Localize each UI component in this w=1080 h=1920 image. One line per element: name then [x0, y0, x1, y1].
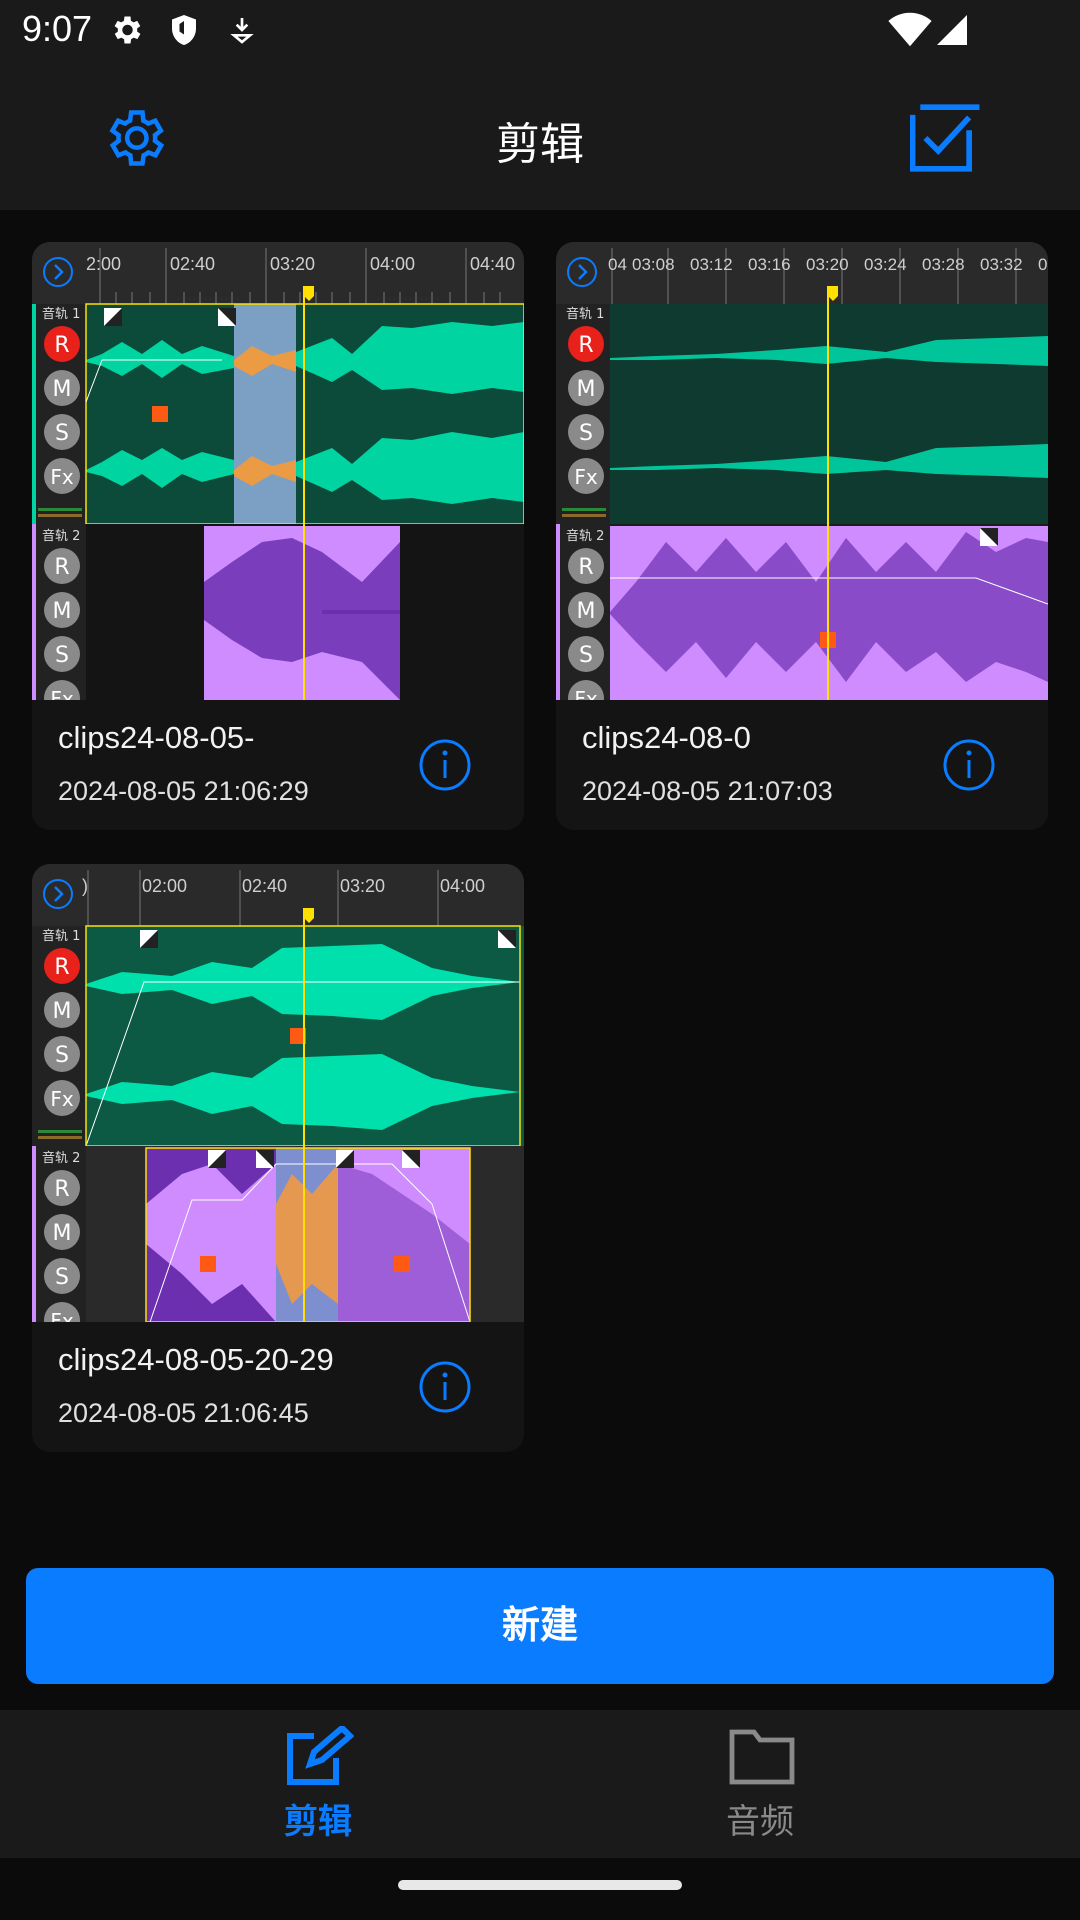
mute-button-label: M — [577, 599, 596, 624]
effects-button-label: Fx — [50, 1309, 74, 1322]
ruler-tick: 03:20 — [806, 255, 849, 274]
solo-button-label: S — [579, 643, 593, 668]
ruler-tick: 03:24 — [864, 255, 907, 274]
project-name: clips24-08-05-20-29 — [58, 1342, 334, 1377]
ruler-tick: 04:00 — [440, 876, 485, 896]
track-label: 音轨 1 — [42, 306, 80, 322]
app-header: 剪辑 — [0, 64, 1080, 210]
signal-icon — [937, 15, 967, 45]
solo-button-label: S — [579, 421, 593, 446]
status-bar: 9:07 — [0, 0, 1080, 64]
home-indicator[interactable] — [398, 1880, 682, 1890]
ruler-tick: ) — [82, 876, 88, 896]
effects-button-label: Fx — [574, 465, 598, 489]
project-name: clips24-08-0 — [582, 720, 751, 755]
nav-item-audio[interactable]: 音频 — [610, 1710, 910, 1858]
folder-icon — [729, 1729, 795, 1785]
project-preview-timeline[interactable]: ) 02:00 02:40 03:20 04:00 音轨 1 R M S Fx … — [32, 864, 524, 1322]
effects-button-label: Fx — [50, 1087, 74, 1111]
mute-button-label: M — [53, 999, 72, 1024]
shield-status-icon — [172, 15, 196, 45]
ruler-tick: 03:28 — [922, 255, 965, 274]
effects-button-label: Fx — [574, 687, 598, 700]
solo-button-label: S — [55, 1265, 69, 1290]
ruler-tick: 03:32 — [980, 255, 1023, 274]
info-icon[interactable] — [418, 1360, 472, 1414]
record-button-label: R — [54, 555, 69, 580]
record-button-label: R — [578, 333, 593, 358]
new-project-button[interactable]: 新建 — [26, 1568, 1054, 1684]
record-button-label: R — [578, 555, 593, 580]
track-label: 音轨 2 — [42, 1150, 80, 1166]
track-label: 音轨 2 — [566, 528, 604, 544]
settings-status-icon — [114, 16, 141, 44]
clip-handle[interactable] — [152, 406, 168, 422]
record-button-label: R — [54, 955, 69, 980]
track-label: 音轨 1 — [42, 928, 80, 944]
download-status-icon — [230, 18, 254, 44]
ruler-tick: 03:16 — [748, 255, 791, 274]
effects-button-label: Fx — [50, 687, 74, 700]
ruler-tick: 04:40 — [470, 254, 515, 274]
ruler-tick: 03:20 — [270, 254, 315, 274]
ruler-tick: 2:00 — [86, 254, 121, 274]
clip-handle[interactable] — [394, 1256, 410, 1272]
ruler-tick: 03:12 — [690, 255, 733, 274]
multi-select-button[interactable] — [910, 104, 982, 172]
project-name: clips24-08-05- — [58, 720, 255, 755]
solo-button-label: S — [55, 421, 69, 446]
record-button-label: R — [54, 1177, 69, 1202]
project-card[interactable]: 04 03:08 03:12 03:16 03:20 03:24 03:28 0… — [556, 242, 1048, 830]
mute-button-label: M — [577, 377, 596, 402]
solo-button-label: S — [55, 643, 69, 668]
nav-label-audio: 音频 — [726, 1802, 794, 1842]
ruler-tick: 04:00 — [370, 254, 415, 274]
mute-button-label: M — [53, 1221, 72, 1246]
info-icon[interactable] — [418, 738, 472, 792]
ruler-tick: 02:40 — [170, 254, 215, 274]
clip-handle[interactable] — [200, 1256, 216, 1272]
ruler-tick: 03:20 — [340, 876, 385, 896]
mute-button-label: M — [53, 599, 72, 624]
status-time: 9:07 — [22, 8, 93, 49]
ruler-tick: 04 — [608, 255, 627, 274]
edit-icon — [287, 1726, 354, 1785]
solo-button-label: S — [55, 1043, 69, 1068]
nav-item-edit[interactable]: 剪辑 — [168, 1710, 468, 1858]
wifi-icon — [888, 12, 932, 47]
nav-label-edit: 剪辑 — [284, 1802, 352, 1842]
bottom-nav: 剪辑 音频 — [0, 1710, 1080, 1858]
info-icon[interactable] — [942, 738, 996, 792]
project-card[interactable]: 2:00 02:40 03:20 04:00 04:40 音轨 1 R M S … — [32, 242, 524, 830]
track-label: 音轨 2 — [42, 528, 80, 544]
mute-button-label: M — [53, 377, 72, 402]
project-date: 2024-08-05 21:06:45 — [58, 1398, 309, 1428]
project-preview-timeline[interactable]: 2:00 02:40 03:20 04:00 04:40 音轨 1 R M S … — [32, 242, 524, 700]
ruler-tick: 0 — [1038, 255, 1047, 274]
project-date: 2024-08-05 21:07:03 — [582, 776, 833, 806]
ruler-tick: 02:40 — [242, 876, 287, 896]
project-card[interactable]: ) 02:00 02:40 03:20 04:00 音轨 1 R M S Fx … — [32, 864, 524, 1452]
project-preview-timeline[interactable]: 04 03:08 03:12 03:16 03:20 03:24 03:28 0… — [556, 242, 1048, 700]
ruler-tick: 03:08 — [632, 255, 675, 274]
ruler-tick: 02:00 — [142, 876, 187, 896]
record-button-label: R — [54, 333, 69, 358]
project-date: 2024-08-05 21:06:29 — [58, 776, 309, 806]
effects-button-label: Fx — [50, 465, 74, 489]
track-label: 音轨 1 — [566, 306, 604, 322]
